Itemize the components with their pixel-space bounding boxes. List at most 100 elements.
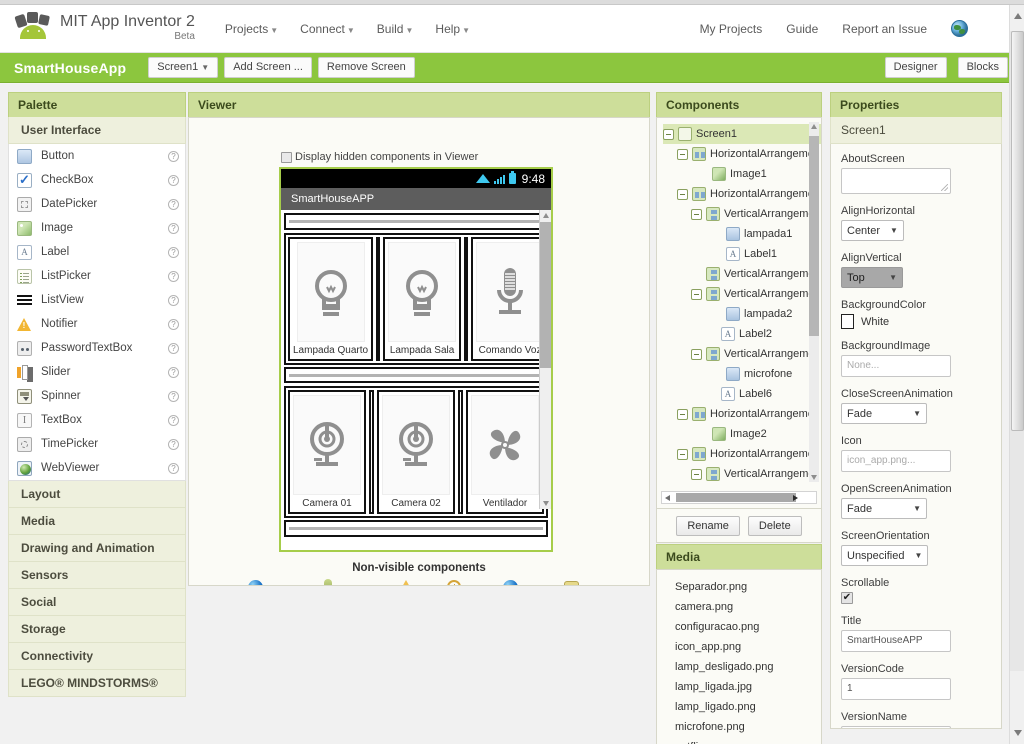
cell-camera-01[interactable]: Camera 01 [288,390,366,514]
collapse-toggle-icon[interactable] [677,148,688,160]
palette-section-storage[interactable]: Storage [8,616,186,643]
versionname-field[interactable]: 0.1 [841,726,951,728]
horizontal-arrangement-row-2[interactable]: Camera 01 Camera 02 Ventilador [284,386,548,518]
palette-item-listview[interactable]: ListView ? [9,288,185,312]
nonvisible-notifier1[interactable]: Notifier1 [387,577,424,585]
cell-lampada-sala[interactable]: Lampada Sala [383,237,462,361]
help-icon[interactable]: ? [168,270,179,282]
help-icon[interactable]: ? [168,462,179,474]
scrollbar-thumb[interactable] [676,493,796,502]
scrollable-checkbox[interactable]: ✔ [841,592,853,604]
palette-item-spinner[interactable]: Spinner ? [9,384,185,408]
palette-item-passwordtextbox[interactable]: PasswordTextBox ? [9,336,185,360]
palette-item-textbox[interactable]: I TextBox ? [9,408,185,432]
nonvisible-speechrecognizer1[interactable]: SpeechRecognizer1 [283,577,373,585]
alignhorizontal-select[interactable]: Center ▼ [841,220,904,241]
palette-item-image[interactable]: Image ? [9,216,185,240]
palette-section-drawing-animation[interactable]: Drawing and Animation [8,535,186,562]
remove-screen-button[interactable]: Remove Screen [317,57,415,78]
icon-field[interactable]: icon_app.png... [841,450,951,472]
horizontal-arrangement-row-1[interactable]: Lampada Quarto Lampada Sala Comando Voz [284,233,550,365]
help-icon[interactable]: ? [168,342,179,354]
menu-projects[interactable]: Projects ▼ [225,22,278,36]
menu-build[interactable]: Build ▼ [377,22,414,36]
globe-icon[interactable] [951,20,968,37]
page-scrollbar[interactable] [1009,5,1024,744]
tree-node-verticalarrangement-3[interactable]: VerticalArrangemer [663,284,821,304]
link-guide[interactable]: Guide [786,22,818,36]
screenorientation-select[interactable]: Unspecified ▼ [841,545,929,566]
help-icon[interactable]: ? [168,246,179,258]
media-file-item[interactable]: microfone.png [675,717,821,737]
palette-item-button[interactable]: Button ? [9,144,185,168]
palette-section-lego-mindstorms[interactable]: LEGO® MINDSTORMS® [8,670,186,697]
collapse-toggle-icon[interactable] [691,288,702,300]
separator-image2[interactable] [284,367,548,383]
palette-item-webviewer[interactable]: WebViewer ? [9,456,185,480]
menu-help[interactable]: Help ▼ [435,22,470,36]
tree-node-verticalarrangement-1[interactable]: VerticalArrangemer [663,204,821,224]
tree-node-horizontalarrangement-3[interactable]: HorizontalArrangemer [663,404,821,424]
collapse-toggle-icon[interactable] [691,208,702,220]
help-icon[interactable]: ? [168,390,179,402]
palette-item-datepicker[interactable]: DatePicker ? [9,192,185,216]
palette-section-sensors[interactable]: Sensors [8,562,186,589]
cell-lampada-quarto[interactable]: Lampada Quarto [288,237,374,361]
media-file-item[interactable]: lamp_ligado.png [675,697,821,717]
palette-section-media[interactable]: Media [8,508,186,535]
palette-item-timepicker[interactable]: TimePicker ? [9,432,185,456]
scrollbar-thumb[interactable] [809,136,819,336]
help-icon[interactable]: ? [168,294,179,306]
tree-node-horizontalarrangement-1[interactable]: HorizontalArrangemer [663,144,821,164]
link-report-issue[interactable]: Report an Issue [842,22,927,36]
media-file-item[interactable]: camera.png [675,597,821,617]
scrollbar-thumb[interactable] [540,222,551,368]
scroll-down-icon[interactable] [1014,730,1022,736]
menu-connect[interactable]: Connect ▼ [300,22,355,36]
aboutscreen-textarea[interactable] [841,168,951,194]
rename-button[interactable]: Rename [676,516,740,536]
collapse-toggle-icon[interactable] [691,468,702,480]
tree-node-horizontalarrangement-2[interactable]: HorizontalArrangemer [663,184,821,204]
backgroundimage-field[interactable]: None... [841,355,951,377]
help-icon[interactable]: ? [168,150,179,162]
tree-node-lampada2[interactable]: lampada2 [663,304,821,324]
collapse-toggle-icon[interactable] [691,348,702,360]
scroll-up-icon[interactable] [1014,13,1022,19]
scroll-down-icon[interactable] [811,475,817,480]
cell-ventilador[interactable]: Ventilador [466,390,544,514]
tree-node-screen1[interactable]: Screen1 [663,124,821,144]
tree-node-image2[interactable]: Image2 [663,424,821,444]
palette-section-social[interactable]: Social [8,589,186,616]
palette-section-connectivity[interactable]: Connectivity [8,643,186,670]
help-icon[interactable]: ? [168,222,179,234]
tree-node-verticalarrangement-2[interactable]: VerticalArrangemer [663,264,821,284]
scroll-right-icon[interactable] [793,495,798,501]
tree-node-label1[interactable]: A Label1 [663,244,821,264]
collapse-toggle-icon[interactable] [677,408,688,420]
help-icon[interactable]: ? [168,174,179,186]
delete-button[interactable]: Delete [747,516,802,536]
alignvertical-select[interactable]: Top ▼ [841,267,903,288]
scroll-left-icon[interactable] [665,495,670,501]
nonvisible-clock1[interactable]: Clock1 [438,577,469,585]
tree-node-microfone[interactable]: microfone [663,364,821,384]
help-icon[interactable]: ? [168,366,179,378]
media-file-item[interactable]: icon_app.png [675,637,821,657]
media-file-item[interactable]: netflix.png [675,737,821,744]
add-screen-button[interactable]: Add Screen ... [224,57,312,78]
collapse-toggle-icon[interactable] [677,188,688,200]
blocks-tab-button[interactable]: Blocks [957,57,1008,78]
cell-comando-voz[interactable]: Comando Voz [471,237,550,361]
title-field[interactable]: SmartHouseAPP [841,630,951,652]
help-icon[interactable]: ? [168,438,179,450]
display-hidden-components-checkbox[interactable] [281,151,292,163]
screen-selector-button[interactable]: Screen1 ▼ [148,57,219,78]
tree-node-lampada1[interactable]: lampada1 [663,224,821,244]
nonvisible-tinydb1[interactable]: TinyDB1 [553,577,591,585]
palette-section-layout[interactable]: Layout [8,481,186,508]
phone-vertical-scrollbar[interactable] [539,210,551,509]
tree-node-label6[interactable]: A Label6 [663,384,821,404]
collapse-toggle-icon[interactable] [677,448,688,460]
backgroundcolor-picker[interactable]: White [841,314,991,329]
